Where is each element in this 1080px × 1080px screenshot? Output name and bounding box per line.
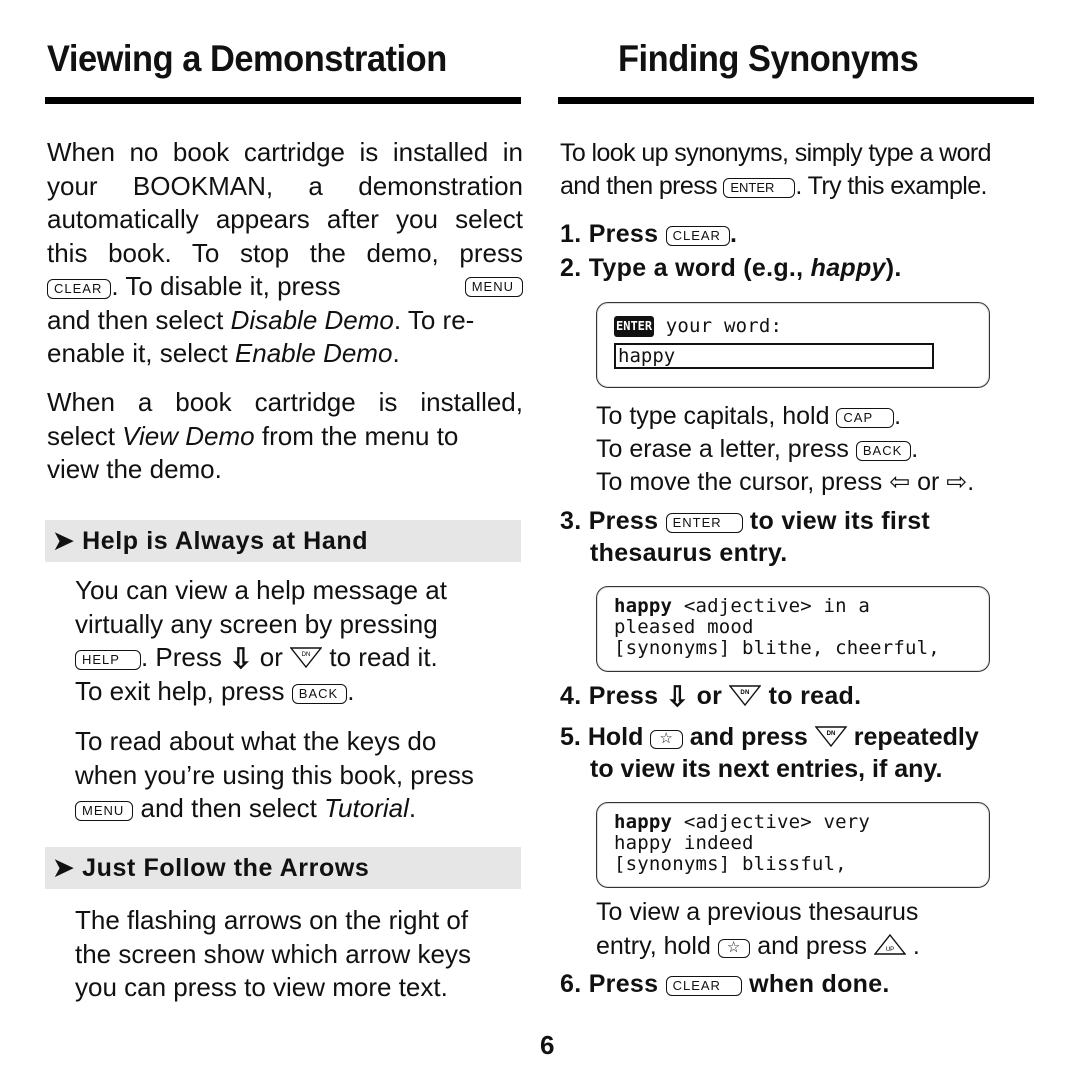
title-rule [45,97,521,104]
typing-tips: To type capitals, hold CAP. To erase a l… [596,402,975,496]
cap-key: CAP [836,408,895,428]
back-key: BACK [855,441,912,461]
section-title-demonstration: Viewing a Demonstration [47,38,447,79]
enter-badge: ENTER [614,316,655,337]
enter-key: ENTER [665,513,743,533]
view-demo-term: View Demo [122,420,255,451]
step-4: 4. Press ⇩ or DN to read. [560,681,862,712]
clear-key: CLEAR [665,976,742,996]
up-key-icon: UP [873,934,906,956]
star-key: ☆ [717,939,751,958]
left-arrow-icon: ⇦ [889,468,911,496]
disable-demo-term: Disable Demo [230,304,394,335]
menu-key: MENU [75,801,134,821]
dn-key-icon: DN [290,646,323,668]
dn-key-icon: DN [729,684,762,706]
down-arrow-icon: ⇩ [665,681,690,712]
step-2: 2. Type a word (e.g., happy). [560,254,902,282]
down-arrow-icon: ⇩ [229,643,253,674]
help-section-header: ➤ Help is Always at Hand [45,520,521,562]
step-5: 5. Hold ☆ and press DN repeatedly to vie… [560,723,979,783]
clear-key: CLEAR [47,279,112,299]
demo-intro-paragraph: When no book cartridge is installed in y… [47,137,523,368]
back-key: BACK [291,683,348,704]
menu-key: MENU [464,276,523,297]
clear-key: CLEAR [665,226,730,246]
arrows-section-header: ➤ Just Follow the Arrows [45,847,521,889]
svg-text:DN: DN [302,652,311,658]
previous-entry-tip: To view a previous thesaurus entry, hold… [596,898,920,960]
help-key: HELP [75,650,141,670]
svg-text:UP: UP [886,947,894,953]
step-3: 3. Press ENTER to view its first thesaur… [560,507,931,567]
arrows-paragraph: The flashing arrows on the right of the … [75,905,471,1002]
step-1: 1. Press CLEAR. [560,220,738,248]
lcd-screen-enter-word: ENTER your word: happy [596,302,990,388]
tutorial-term: Tutorial [324,793,409,823]
star-key: ☆ [650,730,683,749]
enter-key: ENTER [723,178,796,198]
lcd-screen-entry-2: happy <adjective> very happy indeed [syn… [596,802,990,888]
dn-key-icon: DN [814,725,847,747]
enable-demo-term: Enable Demo [234,338,393,368]
svg-text:DN: DN [826,731,835,737]
lcd-screen-entry-1: happy <adjective> in a pleased mood [syn… [596,586,990,672]
cartridge-paragraph: When a book cartridge is installed, sele… [47,387,523,484]
keys-paragraph: To read about what the keys do when you’… [75,726,474,823]
right-arrow-icon: ⇨ [946,468,968,496]
svg-text:DN: DN [741,690,750,696]
title-rule [558,97,1034,104]
section-title-synonyms: Finding Synonyms [618,38,919,79]
page-number: 6 [540,1030,555,1060]
step-6: 6. Press CLEAR when done. [560,970,890,998]
synonyms-intro: To look up synonyms, simply type a word … [560,139,992,200]
word-input[interactable]: happy [614,343,934,369]
help-paragraph: You can view a help message at virtually… [75,575,447,706]
